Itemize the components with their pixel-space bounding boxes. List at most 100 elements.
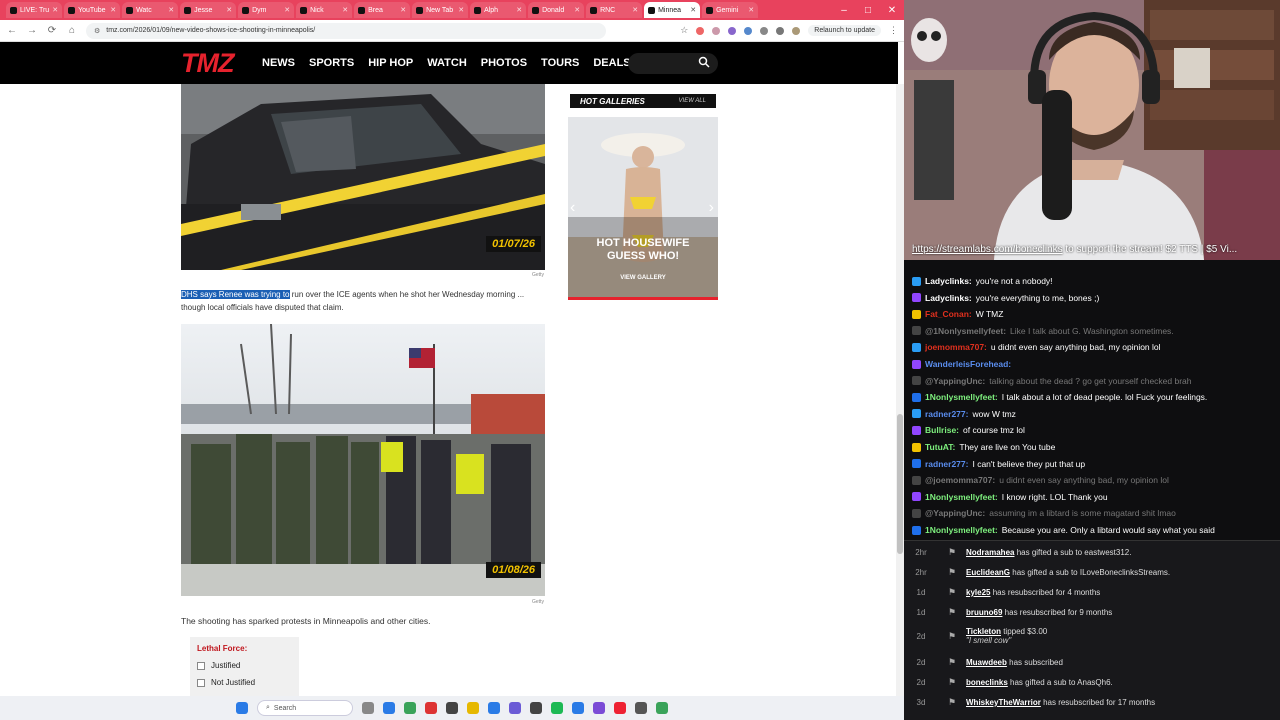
tab-close-icon[interactable]: ✕	[574, 6, 580, 14]
browser-tab[interactable]: Jesse ✕	[180, 2, 237, 18]
activity-username[interactable]: bruuno69	[966, 608, 1002, 617]
reload-icon[interactable]: ⟳	[46, 25, 58, 36]
profile-avatar[interactable]	[792, 26, 801, 35]
taskbar-app-icon[interactable]	[656, 702, 668, 714]
chat-username[interactable]: Ladyclinks:	[925, 276, 972, 286]
extension-icon[interactable]	[728, 26, 737, 35]
taskbar-app-icon[interactable]	[614, 702, 626, 714]
streamlabs-link[interactable]: https://streamlabs.com/boneclinks	[912, 244, 1063, 255]
poll-option[interactable]: Not Justified	[197, 678, 292, 687]
minimize-icon[interactable]: –	[832, 0, 856, 20]
chat-username[interactable]: 1Nonlysmellyfeet:	[925, 525, 998, 535]
taskbar-app-icon[interactable]	[383, 702, 395, 714]
nav-link-hip-hop[interactable]: HIP HOP	[368, 57, 413, 69]
chat-username[interactable]: 1Nonlysmellyfeet:	[925, 392, 998, 402]
browser-tab[interactable]: Watc ✕	[122, 2, 179, 18]
chat-username[interactable]: joemomma707:	[925, 342, 987, 352]
tab-close-icon[interactable]: ✕	[516, 6, 522, 14]
search-input[interactable]	[628, 53, 718, 74]
tab-close-icon[interactable]: ✕	[342, 6, 348, 14]
back-icon[interactable]: ←	[6, 25, 18, 36]
nav-link-news[interactable]: NEWS	[262, 57, 295, 69]
tab-close-icon[interactable]: ✕	[690, 6, 696, 14]
chat-username[interactable]: Ladyclinks:	[925, 293, 972, 303]
nav-link-deals[interactable]: DEALS	[593, 57, 630, 69]
taskbar-app-icon[interactable]	[404, 702, 416, 714]
nav-link-sports[interactable]: SPORTS	[309, 57, 354, 69]
tab-close-icon[interactable]: ✕	[226, 6, 232, 14]
browser-tab[interactable]: New Tab ✕	[412, 2, 469, 18]
chat-username[interactable]: radner277:	[925, 459, 968, 469]
taskbar-app-icon[interactable]	[551, 702, 563, 714]
taskbar-app-icon[interactable]	[530, 702, 542, 714]
activity-username[interactable]: Muawdeeb	[966, 658, 1007, 667]
extension-icon[interactable]	[744, 26, 753, 35]
chat-username[interactable]: radner277:	[925, 409, 968, 419]
browser-tab[interactable]: Minnea ✕	[644, 2, 701, 18]
gallery-card[interactable]: ‹ › HOT HOUSEWIFE GUESS WHO! VIEW GALLER…	[568, 117, 718, 300]
taskbar-app-icon[interactable]	[509, 702, 521, 714]
extension-icon[interactable]	[776, 26, 785, 35]
tab-close-icon[interactable]: ✕	[458, 6, 464, 14]
activity-username[interactable]: EuclideanG	[966, 568, 1010, 577]
extension-icon[interactable]	[696, 26, 705, 35]
page-scrollbar[interactable]	[896, 84, 904, 696]
browser-tab[interactable]: Nick ✕	[296, 2, 353, 18]
chat-username[interactable]: Bullrise:	[925, 425, 959, 435]
scroll-thumb[interactable]	[897, 414, 903, 554]
url-field[interactable]: ⚙ tmz.com/2026/01/09/new-video-shows-ice…	[86, 22, 606, 39]
tab-close-icon[interactable]: ✕	[52, 6, 58, 14]
browser-tab[interactable]: RNC ✕	[586, 2, 643, 18]
menu-icon[interactable]: ⋮	[889, 25, 898, 36]
taskbar-app-icon[interactable]	[446, 702, 458, 714]
nav-link-photos[interactable]: PHOTOS	[481, 57, 527, 69]
chat-username[interactable]: TutuAT:	[925, 442, 955, 452]
activity-username[interactable]: Tickleton	[966, 627, 1001, 636]
taskbar-app-icon[interactable]	[593, 702, 605, 714]
checkbox[interactable]	[197, 678, 205, 687]
tab-close-icon[interactable]: ✕	[748, 6, 754, 14]
home-icon[interactable]: ⌂	[66, 25, 78, 36]
taskbar-app-icon[interactable]	[362, 702, 374, 714]
browser-tab[interactable]: LIVE: Tru ✕	[6, 2, 63, 18]
browser-tab[interactable]: Donald ✕	[528, 2, 585, 18]
tab-close-icon[interactable]: ✕	[168, 6, 174, 14]
taskbar-app-icon[interactable]	[572, 702, 584, 714]
extension-icon[interactable]	[712, 26, 721, 35]
bookmark-star-icon[interactable]: ☆	[680, 25, 688, 36]
taskbar-app-icon[interactable]	[635, 702, 647, 714]
tab-close-icon[interactable]: ✕	[110, 6, 116, 14]
search-icon[interactable]	[698, 56, 710, 68]
activity-username[interactable]: boneclinks	[966, 678, 1008, 687]
chat-username[interactable]: @joemomma707:	[925, 475, 995, 485]
maximize-icon[interactable]: □	[856, 0, 880, 20]
extension-icon[interactable]	[760, 26, 769, 35]
chat-username[interactable]: Fat_Conan:	[925, 309, 972, 319]
tab-close-icon[interactable]: ✕	[400, 6, 406, 14]
nav-link-tours[interactable]: TOURS	[541, 57, 579, 69]
chat-username[interactable]: WanderleisForehead:	[925, 359, 1011, 369]
windows-start-icon[interactable]	[236, 702, 248, 714]
chevron-right-icon[interactable]: ›	[709, 199, 714, 217]
poll-option[interactable]: Justified	[197, 661, 292, 670]
activity-username[interactable]: kyle25	[966, 588, 990, 597]
taskbar-search[interactable]: ⌕ Search	[257, 700, 353, 716]
chevron-left-icon[interactable]: ‹	[570, 199, 575, 217]
nav-link-watch[interactable]: WATCH	[427, 57, 467, 69]
taskbar-app-icon[interactable]	[425, 702, 437, 714]
taskbar-app-icon[interactable]	[488, 702, 500, 714]
forward-icon[interactable]: →	[26, 25, 38, 36]
browser-tab[interactable]: Gemini ✕	[702, 2, 759, 18]
chat-username[interactable]: @YappingUnc:	[925, 508, 985, 518]
close-icon[interactable]: ✕	[880, 0, 904, 20]
view-gallery-link[interactable]: VIEW GALLERY	[568, 275, 718, 281]
browser-tab[interactable]: Alph ✕	[470, 2, 527, 18]
site-info-icon[interactable]: ⚙	[94, 27, 100, 35]
tab-close-icon[interactable]: ✕	[284, 6, 290, 14]
tmz-logo[interactable]: TMZ	[181, 48, 243, 78]
view-all-link[interactable]: VIEW ALL	[679, 98, 706, 104]
tab-close-icon[interactable]: ✕	[632, 6, 638, 14]
chat-username[interactable]: @1Nonlysmellyfeet:	[925, 326, 1006, 336]
relaunch-button[interactable]: Relaunch to update	[808, 25, 881, 36]
chat-username[interactable]: 1Nonlysmellyfeet:	[925, 492, 998, 502]
